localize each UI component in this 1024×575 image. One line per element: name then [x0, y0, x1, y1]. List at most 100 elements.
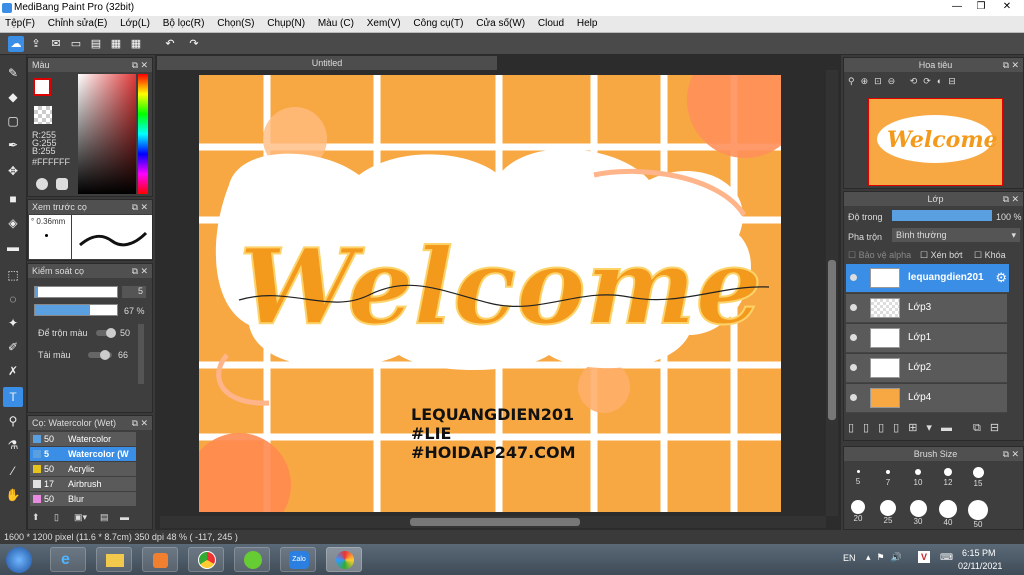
layer-row[interactable]: Lớp2 [846, 354, 1007, 383]
close-icon[interactable]: ✕ [140, 416, 148, 430]
divide-tool-icon[interactable]: ⁄ [3, 461, 23, 481]
brush-size-item[interactable]: 25 [876, 500, 900, 525]
brush-item[interactable]: 50 Blur [30, 492, 136, 506]
close-icon[interactable]: ✕ [140, 200, 148, 214]
cloud-icon[interactable]: ☁ [8, 36, 24, 52]
palette-icon[interactable] [36, 178, 48, 190]
eyedropper-icon[interactable]: ⚗ [3, 435, 23, 455]
close-icon[interactable]: ✕ [140, 264, 148, 278]
gradient-tool-icon[interactable]: ▬ [3, 237, 23, 257]
menu-help[interactable]: Help [572, 16, 603, 31]
color-settings-icon[interactable] [56, 178, 68, 190]
opacity-slider[interactable] [34, 304, 118, 316]
amount-slider[interactable] [88, 350, 112, 360]
artwork-canvas[interactable]: Welcome LEQUANGDIEN201 #LIE #HOIDAP247.C… [199, 75, 781, 512]
close-icon[interactable]: ✕ [1011, 447, 1019, 461]
close-icon[interactable]: ✕ [140, 58, 148, 72]
popout-icon[interactable]: ⧉ [1003, 447, 1009, 461]
visibility-icon[interactable] [850, 274, 857, 281]
move-tool-icon[interactable]: ✥ [3, 161, 23, 181]
layer-row[interactable]: Lớp1 [846, 324, 1007, 353]
ie-icon[interactable]: e [50, 547, 86, 572]
panels-icon[interactable]: ▦ [108, 36, 124, 52]
brush-size-item[interactable]: 5 [846, 466, 870, 486]
document-icon[interactable]: ▤ [88, 36, 104, 52]
pen-tool-icon[interactable]: ✒ [3, 135, 23, 155]
layer-row[interactable]: Lớp4 [846, 384, 1007, 413]
menu-cloud[interactable]: Cloud [533, 16, 569, 31]
menu-tools[interactable]: Công cụ(T) [408, 16, 468, 31]
coccoc-icon[interactable] [234, 547, 270, 572]
brush-item[interactable]: 50 Acrylic [30, 462, 136, 476]
panel-scrollbar[interactable] [138, 324, 144, 384]
select-eraser-icon[interactable]: ✗ [3, 361, 23, 381]
popout-icon[interactable]: ⧉ [132, 200, 138, 214]
clock-date[interactable]: 02/11/2021 [958, 561, 1002, 571]
brush-size-item[interactable]: 7 [876, 466, 900, 487]
menu-file[interactable]: Tệp(F) [0, 16, 40, 31]
text-tool-icon[interactable]: T [3, 387, 23, 407]
visibility-icon[interactable] [850, 334, 857, 341]
visibility-icon[interactable] [850, 364, 857, 371]
popout-icon[interactable]: ⧉ [132, 58, 138, 72]
restore-button[interactable]: ❐ [968, 0, 994, 14]
gear-icon[interactable]: ⚙ [995, 270, 1007, 286]
menu-capture[interactable]: Chụp(N) [262, 16, 310, 31]
system-tray-icons[interactable]: ▴⚑🔊 [866, 552, 908, 563]
blend-slider[interactable] [96, 328, 116, 338]
select-pen-icon[interactable]: ✐ [3, 337, 23, 357]
layer-row-selected[interactable]: lequangdien201 ⚙ [846, 264, 1009, 293]
share-icon[interactable]: ⇪ [28, 36, 44, 52]
menu-view[interactable]: Xem(V) [362, 16, 406, 31]
navigator-thumbnail[interactable]: Welcome [868, 98, 1003, 186]
rectangle-tool-icon[interactable]: ▢ [3, 111, 23, 131]
vertical-scrollbar[interactable] [826, 70, 838, 516]
keyboard-icon[interactable]: ⌨ [940, 552, 953, 563]
start-button[interactable] [6, 547, 32, 573]
protect-alpha-checkbox[interactable]: ☐ Bảo vệ alpha [848, 250, 911, 261]
horizontal-scrollbar[interactable] [160, 516, 826, 528]
popout-icon[interactable]: ⧉ [132, 264, 138, 278]
menu-layer[interactable]: Lớp(L) [115, 16, 155, 31]
operation-tool-icon[interactable]: ⚲ [3, 411, 23, 431]
menu-window[interactable]: Cửa số(W) [471, 16, 530, 31]
brush-size-item[interactable]: 15 [966, 466, 990, 488]
close-icon[interactable]: ✕ [1011, 58, 1019, 72]
magic-wand-icon[interactable]: ✦ [3, 313, 23, 333]
brush-tool-icon[interactable]: ✎ [3, 63, 23, 83]
eraser-tool-icon[interactable]: ◆ [3, 87, 23, 107]
brush-size-item[interactable]: 50 [966, 500, 990, 529]
foreground-color-swatch[interactable] [33, 78, 51, 96]
undo-icon[interactable]: ↶ [162, 36, 178, 52]
brush-settings-icon[interactable]: ▤ [100, 512, 109, 523]
visibility-icon[interactable] [850, 394, 857, 401]
fill-rect-tool-icon[interactable]: ■ [3, 189, 23, 209]
zalo-icon[interactable]: Zalo [280, 547, 316, 572]
chat-icon[interactable]: ✉ [48, 36, 64, 52]
hand-tool-icon[interactable]: ✋ [3, 485, 23, 505]
language-indicator[interactable]: EN [843, 553, 856, 563]
lasso-tool-icon[interactable]: ◌ [3, 289, 23, 309]
close-button[interactable]: ✕ [994, 0, 1020, 14]
document-tab[interactable]: Untitled [157, 56, 497, 70]
brush-size-item[interactable]: 40 [936, 500, 960, 527]
new-brush-icon[interactable]: ▯ [54, 512, 59, 523]
vietkey-icon[interactable]: V [918, 551, 930, 563]
brush-menu-icon[interactable]: ▣▾ [74, 512, 87, 523]
size-slider[interactable] [34, 286, 118, 298]
menu-filter[interactable]: Bộ lọc(R) [158, 16, 210, 31]
lock-checkbox[interactable]: ☐ Khóa [974, 250, 1006, 261]
brush-item[interactable]: 50 Watercolor [30, 432, 136, 446]
saturation-picker[interactable] [78, 74, 136, 194]
navigator-toolbar[interactable]: ⚲⊕⊡⊖ ⟲⟳◐⊟ [848, 76, 962, 87]
bucket-tool-icon[interactable]: ◈ [3, 213, 23, 233]
chrome-icon[interactable] [188, 547, 224, 572]
medibang-icon[interactable] [326, 547, 362, 572]
transparent-swatch[interactable] [34, 106, 52, 124]
clock-time[interactable]: 6:15 PM [962, 548, 996, 558]
clip-checkbox[interactable]: ☐ Xén bớt [920, 250, 963, 261]
add-brush-icon[interactable]: ⬆ [32, 512, 40, 523]
layer-opacity-slider[interactable] [892, 210, 992, 221]
brush-size-item[interactable]: 12 [936, 466, 960, 487]
select-tool-icon[interactable]: ⬚ [3, 265, 23, 285]
